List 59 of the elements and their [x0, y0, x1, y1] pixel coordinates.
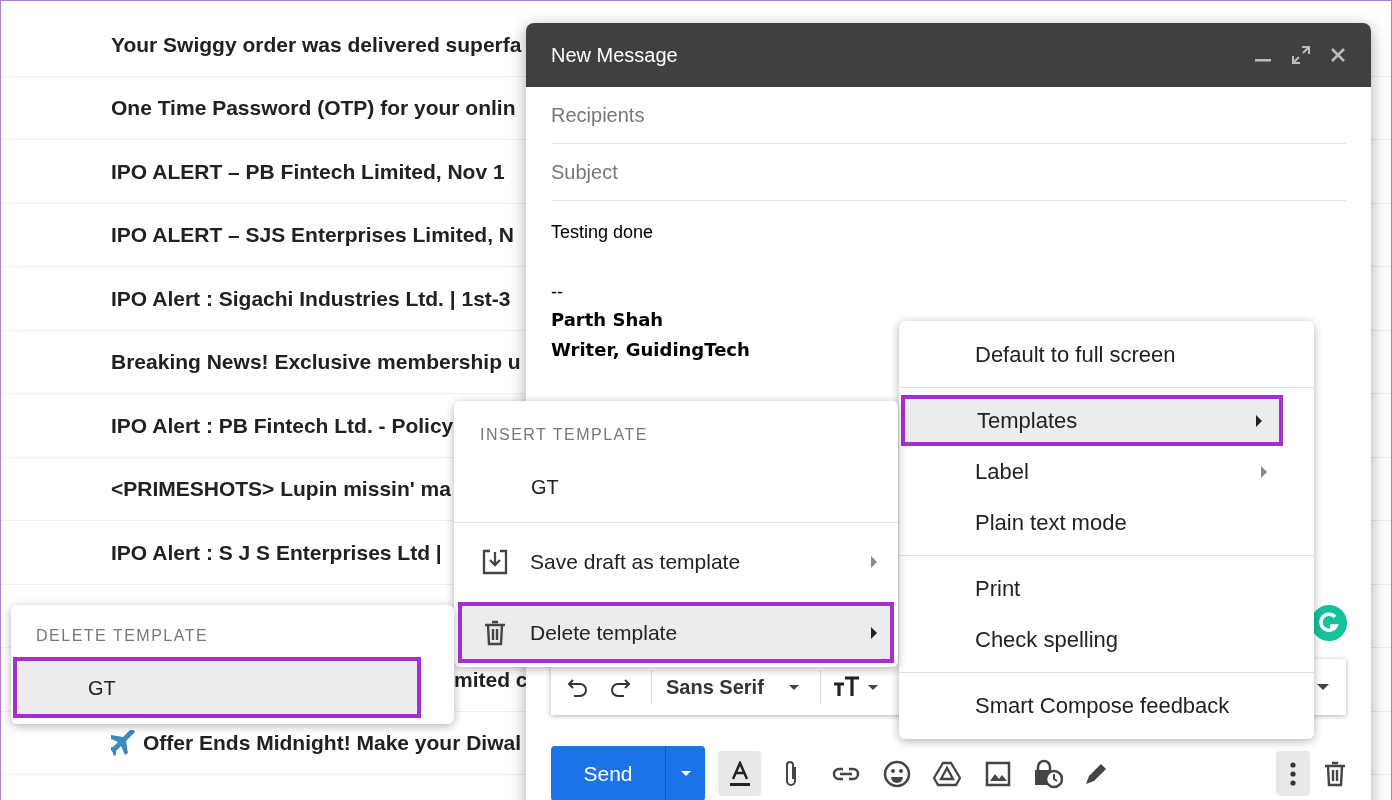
email-subject[interactable]: IPO ALERT – SJS Enterprises Limited, N: [111, 219, 514, 251]
link-icon[interactable]: [831, 765, 861, 782]
menu-item[interactable]: Check spelling: [899, 614, 1314, 665]
caret-icon: [866, 683, 879, 691]
submenu-arrow-icon: [1260, 465, 1268, 478]
signature-line: Writer, GuidingTech: [551, 338, 750, 362]
font-dropdown[interactable]: Sans Serif: [666, 672, 800, 702]
email-subject[interactable]: IPO Alert : PB Fintech Ltd. - Policy: [111, 409, 454, 441]
menu-item[interactable]: Default to full screen: [899, 329, 1314, 380]
close-icon[interactable]: [1330, 47, 1346, 63]
email-subject[interactable]: <PRIMESHOTS> Lupin missin' ma: [111, 473, 451, 505]
subject-field[interactable]: Subject: [551, 157, 1346, 187]
email-subject[interactable]: IPO Alert : S J S Enterprises Ltd |: [111, 536, 442, 568]
text-size-icon: [832, 676, 861, 698]
image-icon[interactable]: [985, 760, 1011, 787]
menu-item[interactable]: Save draft as template: [454, 531, 898, 592]
menu-item[interactable]: GT: [13, 657, 421, 718]
menu-item[interactable]: Label: [899, 446, 1314, 497]
menu-heading: DELETE TEMPLATE: [35, 626, 210, 646]
more-vertical-icon: [1290, 761, 1296, 786]
more-options-button[interactable]: [1276, 751, 1310, 796]
email-subject[interactable]: Offer Ends Midnight! Make your Diwal: [143, 727, 522, 759]
caret-icon: [787, 683, 800, 691]
email-subject[interactable]: One Time Password (OTP) for your onlin: [111, 92, 516, 124]
text-color-button[interactable]: [718, 751, 761, 796]
email-subject[interactable]: Breaking News! Exclusive membership u: [111, 346, 521, 378]
recipients-field[interactable]: Recipients: [551, 100, 1346, 130]
trash-icon: [484, 619, 506, 646]
redo-icon[interactable]: [609, 677, 631, 697]
menu-item[interactable]: Templates: [901, 395, 1283, 446]
menu-item[interactable]: Plain text mode: [899, 497, 1314, 548]
submenu-arrow-icon: [870, 555, 878, 568]
download-icon: [482, 548, 508, 575]
email-subject[interactable]: IPO Alert : Sigachi Industries Ltd. | 1st-3: [111, 282, 511, 314]
text-color-icon: [727, 760, 752, 787]
signature-line: Parth Shah: [551, 308, 664, 332]
submenu-arrow-icon: [1255, 414, 1263, 427]
emoji-icon[interactable]: [883, 759, 911, 788]
drive-icon[interactable]: [933, 760, 961, 787]
menu-item[interactable]: GT: [454, 460, 898, 514]
caret-icon: [679, 770, 692, 777]
expand-icon[interactable]: [1292, 46, 1310, 64]
email-subject[interactable]: mited c: [454, 663, 528, 695]
menu-item[interactable]: Smart Compose feedback: [899, 680, 1314, 731]
text-size-dropdown[interactable]: [832, 676, 879, 698]
window-title: New Message: [551, 43, 679, 68]
menu-item[interactable]: Delete template: [458, 602, 894, 663]
undo-icon[interactable]: [567, 677, 589, 697]
grammarly-icon[interactable]: [1311, 605, 1347, 641]
email-subject[interactable]: IPO ALERT – PB Fintech Limited, Nov 1: [111, 155, 505, 187]
caret-icon[interactable]: [1316, 683, 1330, 691]
signature-separator: --: [551, 281, 563, 304]
message-text: Testing done: [551, 221, 654, 244]
menu-item[interactable]: Print: [899, 563, 1314, 614]
airplane-icon: [111, 729, 137, 756]
email-subject[interactable]: Your Swiggy order was delivered superfa: [111, 28, 522, 60]
menu-heading: INSERT TEMPLATE: [479, 424, 650, 445]
trash-icon[interactable]: [1324, 760, 1346, 787]
submenu-arrow-icon: [870, 626, 878, 639]
